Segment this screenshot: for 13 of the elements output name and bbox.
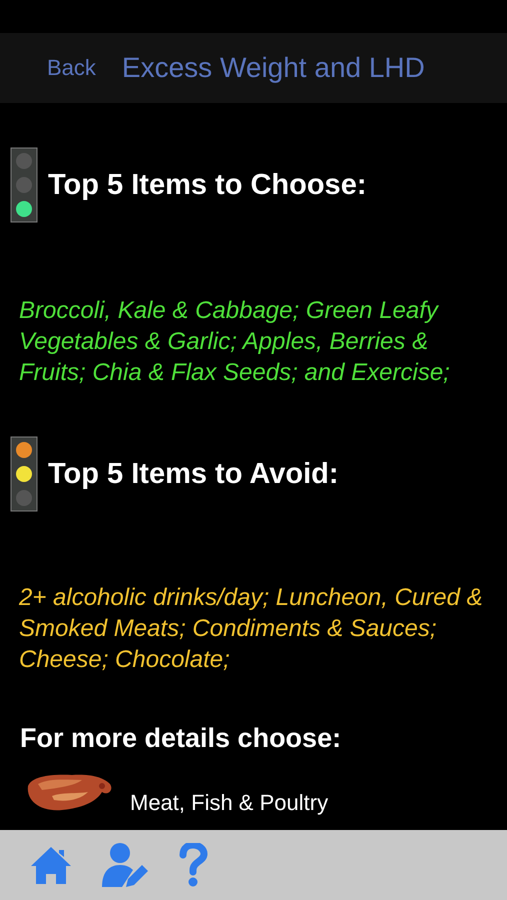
section-heading: Top 5 Items to Choose: <box>48 168 366 202</box>
traffic-light-icon <box>10 436 38 512</box>
back-button[interactable]: Back <box>47 55 96 81</box>
user-edit-icon[interactable] <box>100 841 150 889</box>
screen-title: Excess Weight and LHD <box>122 52 425 84</box>
section-heading: Top 5 Items to Avoid: <box>48 458 339 490</box>
item-list-text: 2+ alcoholic drinks/day; Luncheon, Cured & Smoked Meats; Condiments & Sauces; Cheese; Chocolate; <box>18 583 484 675</box>
details-heading: For more details choose: <box>19 723 342 754</box>
item-list-text: Broccoli, Kale & Cabbage; Green Leafy Vegetables & Garlic; Apples, Berries & Fruits; Chia & Flax Seeds; and Exercise; <box>18 296 451 388</box>
help-icon[interactable] <box>178 843 208 887</box>
traffic-light-icon <box>10 147 38 223</box>
category-link[interactable]: Meat, Fish & Poultry <box>130 790 328 816</box>
home-icon[interactable] <box>30 844 72 886</box>
